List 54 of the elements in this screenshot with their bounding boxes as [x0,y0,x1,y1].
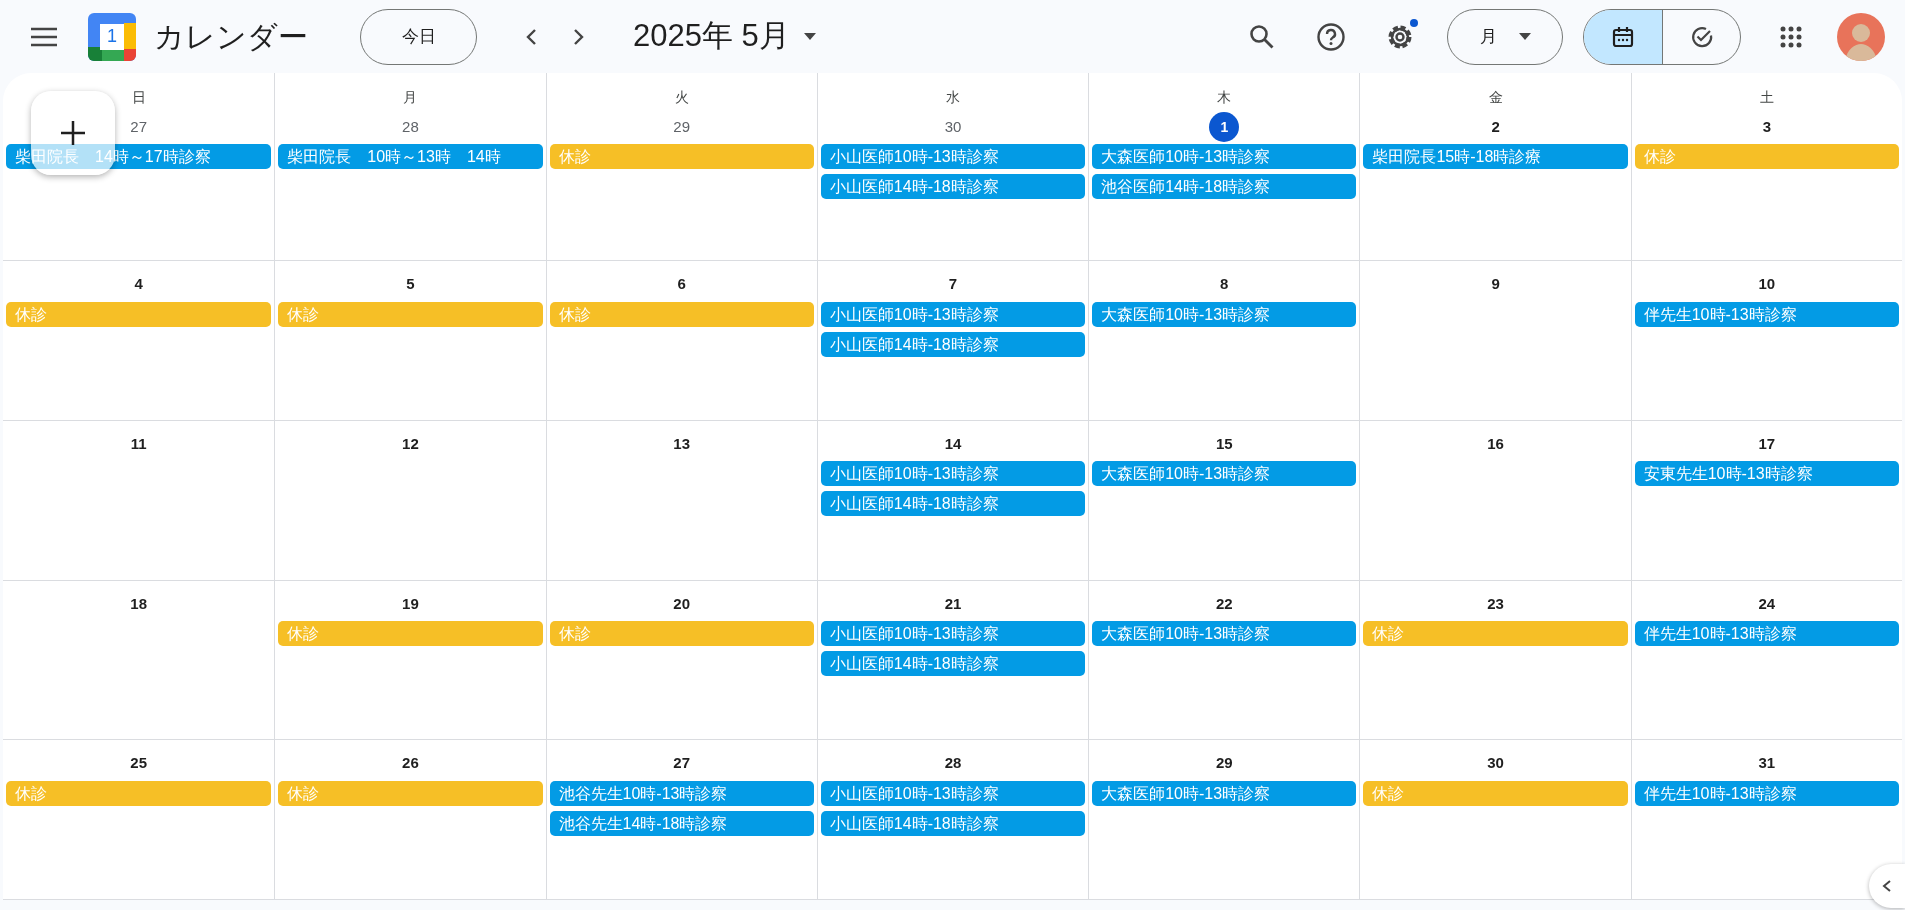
date-number[interactable]: 16 [1487,432,1504,456]
date-number[interactable]: 30 [1487,752,1504,775]
avatar[interactable] [1837,12,1885,61]
date-number[interactable]: 2 [1491,112,1500,142]
date-number[interactable]: 11 [130,432,147,456]
date-number[interactable]: 10 [1758,273,1776,296]
date-number[interactable]: 26 [402,752,419,775]
date-number[interactable]: 12 [402,432,419,456]
date-number[interactable]: 29 [1215,752,1233,775]
plus-icon [58,118,88,148]
date-number[interactable]: 29 [673,112,691,142]
weekday-label: 火 [674,88,689,107]
check-circle-icon [1689,24,1714,49]
date-number[interactable]: 15 [1215,432,1233,456]
date-number[interactable]: 6 [677,273,686,296]
date-number[interactable]: 24 [1758,592,1776,616]
date-number[interactable]: 27 [673,752,691,775]
weekday-label: 土 [1759,88,1774,107]
weekday-label: 水 [946,88,960,107]
weekday-label: 金 [1488,88,1503,107]
weekday-label: 日 [131,88,146,107]
calendar-logo: 1 [88,12,136,61]
app-title: カレンダー [154,19,308,55]
date-number[interactable]: 9 [1491,273,1500,296]
date-number[interactable]: 25 [130,752,147,775]
dropdown-caret-icon [803,33,816,40]
calendar-view-button[interactable] [1584,9,1662,64]
date-number[interactable]: 21 [944,592,962,616]
date-number[interactable]: 17 [1758,432,1776,456]
weekday-label: 木 [1217,88,1232,107]
date-number[interactable]: 20 [673,592,691,616]
date-number[interactable]: 27 [130,112,147,142]
date-number[interactable]: 28 [944,752,962,775]
today-date[interactable]: 1 [1209,112,1240,142]
date-number[interactable]: 14 [944,432,962,456]
date-number[interactable]: 5 [406,273,415,296]
date-number[interactable]: 8 [1220,273,1229,296]
weekday-label: 月 [403,88,418,107]
date-number[interactable]: 4 [134,273,143,296]
date-number[interactable]: 13 [673,432,691,456]
date-number[interactable]: 7 [948,273,958,296]
date-number[interactable]: 3 [1762,112,1771,142]
date-number[interactable]: 22 [1215,592,1233,616]
date-number[interactable]: 30 [944,112,962,142]
month-picker[interactable]: 2025年 5月 [633,13,816,60]
chevron-left-icon [1881,879,1893,893]
date-number[interactable]: 19 [402,592,419,616]
calendar-icon [1612,25,1634,48]
date-number[interactable]: 31 [1758,752,1776,775]
date-number[interactable]: 23 [1487,592,1504,616]
date-number[interactable]: 28 [402,112,419,142]
side-panel-toggle[interactable] [1869,864,1905,908]
dropdown-caret-icon [1518,33,1531,40]
date-number[interactable]: 18 [130,592,147,616]
